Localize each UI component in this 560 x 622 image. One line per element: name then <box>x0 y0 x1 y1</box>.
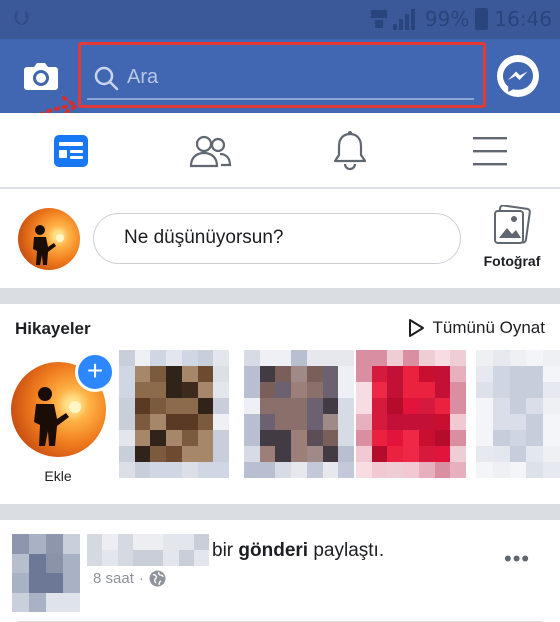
tab-menu[interactable] <box>468 131 512 171</box>
photo-button[interactable]: Fotoğraf <box>476 205 548 275</box>
story-thumbnail[interactable] <box>119 350 229 478</box>
photo-label: Fotoğraf <box>483 253 541 269</box>
top-bar <box>0 39 560 113</box>
stories-title: Hikayeler <box>15 319 91 338</box>
play-all-button[interactable]: Tümünü Oynat <box>407 318 545 338</box>
news-feed-icon <box>54 135 88 167</box>
post-meta: 8 saat · <box>93 570 166 587</box>
status-composer: Ne düşünüyorsun? Fotoğraf <box>0 189 560 288</box>
camera-icon <box>24 63 58 90</box>
status-icons: 99% 16:46 <box>370 7 552 31</box>
hamburger-icon <box>473 137 507 166</box>
search-box[interactable] <box>78 42 486 108</box>
photo-icon <box>494 205 531 244</box>
search-input[interactable] <box>127 60 457 94</box>
messenger-button[interactable] <box>497 55 539 97</box>
play-icon <box>408 319 424 337</box>
post-time[interactable]: 8 saat <box>93 570 134 587</box>
battery-percent: 99% <box>424 7 470 31</box>
story-thumbnail[interactable] <box>244 350 354 478</box>
play-all-label: Tümünü Oynat <box>432 318 545 337</box>
search-underline <box>87 98 474 100</box>
stories-section: Hikayeler Tümünü Oynat + Ekle <box>0 304 560 504</box>
data-icon <box>370 10 387 28</box>
nav-tabs <box>0 113 560 188</box>
post-action-link[interactable]: gönderi <box>238 540 308 561</box>
story-thumbnail[interactable] <box>476 350 560 478</box>
friends-icon <box>189 135 232 168</box>
avatar[interactable] <box>18 208 80 270</box>
add-story-button[interactable]: + <box>75 352 115 392</box>
search-icon <box>94 66 119 91</box>
status-time: 16:46 <box>494 7 552 31</box>
post-action-prefix: bir <box>212 540 239 561</box>
usb-icon: ⮋ <box>14 8 30 30</box>
tab-notifications[interactable] <box>328 131 372 171</box>
story-thumbnail[interactable] <box>356 350 466 478</box>
post-meta-separator: · <box>138 570 144 587</box>
messenger-icon <box>503 62 533 92</box>
signal-icon <box>392 8 419 30</box>
globe-icon <box>149 570 166 587</box>
status-bar: ⮋ 99% 16:46 <box>0 0 560 39</box>
post-more-button[interactable]: ••• <box>504 546 530 572</box>
post-author-name[interactable] <box>87 534 209 566</box>
bell-icon <box>333 131 367 171</box>
battery-icon <box>475 8 489 30</box>
tab-news-feed[interactable] <box>49 131 93 171</box>
post-action-text: bir gönderi paylaştı. <box>212 540 384 562</box>
post-action-suffix: paylaştı. <box>308 540 385 561</box>
tab-friends[interactable] <box>188 131 232 171</box>
status-input[interactable]: Ne düşünüyorsun? <box>93 213 461 264</box>
feed-post: bir gönderi paylaştı. 8 saat · ••• <box>0 520 560 622</box>
add-story-label: Ekle <box>44 468 72 484</box>
avatar-silhouette <box>33 225 64 265</box>
post-author-avatar[interactable] <box>12 534 80 612</box>
camera-button[interactable] <box>20 55 62 97</box>
